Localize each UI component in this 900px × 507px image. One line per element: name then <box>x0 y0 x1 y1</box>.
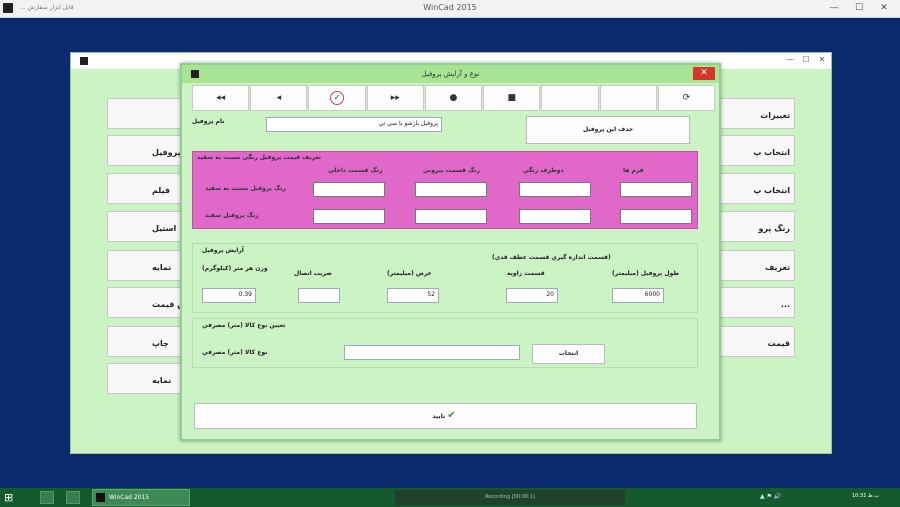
bg-menu-button[interactable]: پروفيل <box>107 135 187 166</box>
color-price-field[interactable] <box>620 209 692 224</box>
column-header: رنگ قسمت داخلي <box>328 167 383 174</box>
refresh-button[interactable]: ⟳ <box>657 85 715 111</box>
group-title: تعيين نوع كالا (متر) مصرفي <box>202 322 286 329</box>
ok-button[interactable]: ✔ تاييد <box>194 403 697 429</box>
maximize-button[interactable]: ☐ <box>851 2 867 15</box>
taskbar: ⊞ WinCad 2015 Recording [00:00:1] ▲ ⚑ 🔊 … <box>0 488 900 507</box>
bg-menu-button[interactable] <box>107 98 187 129</box>
first-record-button[interactable]: ◂◂ <box>192 85 250 111</box>
dialog-titlebar: نوع و آرايش پروفيل ✕ <box>182 65 719 83</box>
column-header: رنگ قسمت بيروني <box>423 167 480 174</box>
connection-factor-field[interactable] <box>298 288 340 303</box>
app-titlebar: فايل ابزار سفارش ... WinCad 2015 — ☐ ✕ <box>0 0 900 18</box>
bg-minimize-button[interactable]: — <box>783 55 797 67</box>
bg-menu-button[interactable]: تعريف <box>719 250 795 281</box>
confirm-record-button[interactable]: ✓ <box>308 85 366 111</box>
bg-close-button[interactable]: ✕ <box>815 55 829 67</box>
toolbar-button[interactable] <box>599 85 657 111</box>
color-price-field[interactable] <box>313 209 385 224</box>
column-header: وزن هر متر (كيلوگرم) <box>202 265 268 272</box>
bg-menu-button[interactable]: فيلم <box>107 173 187 204</box>
bg-menu-button[interactable]: ... <box>719 287 795 318</box>
color-price-field[interactable] <box>313 182 385 197</box>
color-price-field[interactable] <box>620 182 692 197</box>
bg-menu-button[interactable]: قيمت <box>719 326 795 357</box>
glass-type-field[interactable] <box>344 345 520 360</box>
bg-menu-button[interactable]: نمايه <box>107 363 187 394</box>
column-header: طول پروفيل (ميليمتر) <box>612 270 679 277</box>
app-icon <box>80 57 88 65</box>
color-price-field[interactable] <box>415 209 487 224</box>
check-icon: ✓ <box>330 91 345 105</box>
column-header: عرض (ميليمتر) <box>387 270 432 277</box>
recording-toolbar[interactable]: Recording [00:00:1] <box>395 490 625 505</box>
column-header: ضريب اتصال <box>294 270 332 277</box>
bg-menu-button[interactable]: انتخاب پ <box>719 135 795 166</box>
color-price-field[interactable] <box>519 182 591 197</box>
app-title: WinCad 2015 <box>423 3 477 12</box>
column-header: قسمت زاويه <box>507 270 545 277</box>
width-field[interactable]: 52 <box>387 288 439 303</box>
start-button[interactable]: ⊞ <box>4 491 18 504</box>
last-record-button[interactable]: ▸▸ <box>366 85 424 111</box>
group-title: تعريف قيمت پروفيل رنگي نسبت به سفيد <box>197 154 321 161</box>
previous-record-button[interactable]: ◂ <box>250 85 308 111</box>
stop-button[interactable]: ■ <box>483 85 541 111</box>
bg-maximize-button[interactable]: ☐ <box>799 55 813 67</box>
bg-menu-button[interactable]: تغييرات <box>719 98 795 129</box>
select-button[interactable]: انتخاب <box>532 344 605 364</box>
bg-menu-button[interactable]: چاپ <box>107 326 187 357</box>
delete-profile-button[interactable]: حذف اين پروفيل <box>526 116 690 144</box>
dialog-close-button[interactable]: ✕ <box>693 67 715 80</box>
profile-name-field[interactable]: پروفيل بازشو با سي تي <box>266 117 442 132</box>
taskbar-app-icon[interactable] <box>66 491 80 504</box>
bg-menu-button[interactable]: انتخاب پ <box>719 173 795 204</box>
weight-per-meter-field[interactable]: 0.39 <box>202 288 256 303</box>
angle-field[interactable]: 20 <box>506 288 558 303</box>
bg-menu-button[interactable]: نمايش قيمت <box>107 287 203 318</box>
bg-menu-button[interactable]: استيل <box>107 211 187 242</box>
glass-type-label: نوع كالا (متر) مصرفي <box>202 349 268 356</box>
toolbar-button[interactable] <box>541 85 599 111</box>
color-price-field[interactable] <box>519 209 591 224</box>
column-header: فرم ها <box>623 167 644 174</box>
check-icon: ✔ <box>447 410 456 421</box>
profile-length-field[interactable]: 6000 <box>612 288 664 303</box>
dialog-title: نوع و آرايش پروفيل <box>421 70 480 78</box>
row-label: رنگ پروفيل نسبت به سفيد <box>205 185 286 192</box>
system-tray[interactable]: ▲ ⚑ 🔊 <box>760 493 781 500</box>
row-label: رنگ پروفيل سفيد <box>205 212 259 219</box>
navigation-toolbar: ◂◂ ◂ ✓ ▸▸ ● ■ ⟳ <box>192 85 716 111</box>
taskbar-app-wincad[interactable]: WinCad 2015 <box>92 489 190 506</box>
bg-menu-button[interactable]: رنگ پرو <box>719 211 795 242</box>
profile-name-label: نام پروفيل <box>192 118 225 125</box>
arrangement-note: (قسمت اندازه گيري قسمت عطف قدي) <box>492 254 611 261</box>
explorer-icon[interactable] <box>40 491 54 504</box>
column-header: دوطرف رنگي <box>523 167 564 174</box>
close-button[interactable]: ✕ <box>876 2 892 15</box>
group-title: آرايش پروفيل <box>202 247 244 254</box>
color-price-group: تعريف قيمت پروفيل رنگي نسبت به سفيد رنگ … <box>192 151 698 229</box>
ok-label: تاييد <box>432 413 446 420</box>
bg-menu-button[interactable]: نمايه <box>107 250 187 281</box>
record-button[interactable]: ● <box>424 85 483 111</box>
profile-dialog: نوع و آرايش پروفيل ✕ ◂◂ ◂ ✓ ▸▸ ● ■ ⟳ نام… <box>180 63 721 441</box>
minimize-button[interactable]: — <box>826 2 842 15</box>
color-price-field[interactable] <box>415 182 487 197</box>
clock[interactable]: 10:31 ب.ظ <box>852 493 879 499</box>
